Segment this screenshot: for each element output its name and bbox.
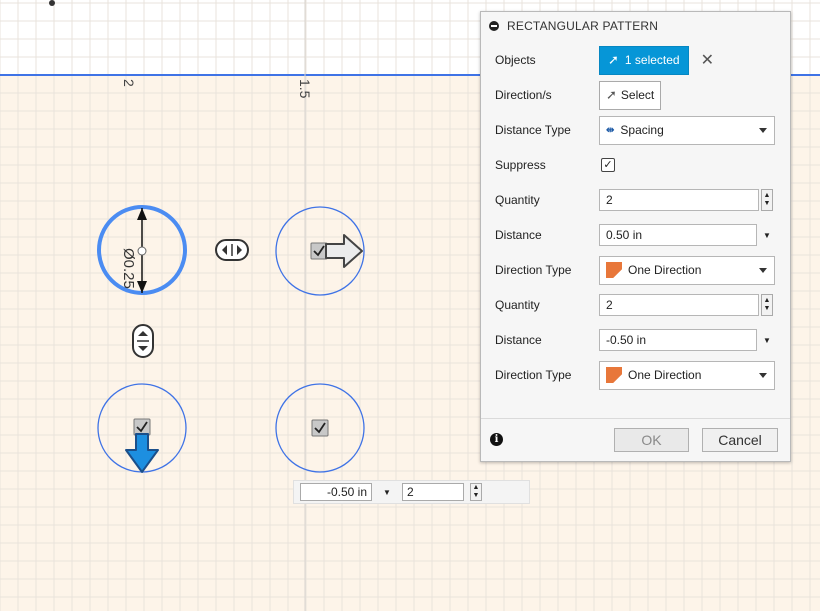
objects-row: Objects ➚ 1 selected ✕	[495, 45, 776, 75]
quantity-input-2[interactable]: 2	[599, 294, 759, 316]
instance-checkbox-right[interactable]	[310, 242, 328, 260]
info-icon[interactable]: i	[490, 433, 503, 446]
distance-type-row: Distance Type ⇹ Spacing	[495, 115, 776, 145]
instance-checkbox-diagonal[interactable]	[311, 419, 329, 437]
quantity-row-2: Quantity 2 ▲ ▼	[495, 290, 776, 320]
dialog-footer-divider	[481, 418, 790, 419]
instance-checkbox-bottom[interactable]	[133, 418, 151, 436]
directions-row: Direction/s ➚ Select	[495, 80, 776, 110]
quantity-stepper-1[interactable]: ▲ ▼	[761, 189, 773, 211]
manipulator-quantity-input[interactable]: 2	[402, 483, 464, 501]
ok-button[interactable]: OK	[614, 428, 689, 452]
chevron-down-icon[interactable]: ▼	[763, 336, 771, 345]
direction-type-row-2: Direction Type One Direction	[495, 360, 776, 390]
select-text: Select	[620, 88, 655, 102]
chevron-down-icon	[759, 372, 767, 378]
rectangular-pattern-dialog: RECTANGULAR PATTERN Objects ➚ 1 selected…	[480, 11, 791, 462]
clear-selection-close-icon[interactable]: ✕	[701, 50, 714, 70]
direction-type-dropdown-1[interactable]: One Direction	[599, 255, 775, 285]
direction-type-dropdown-2[interactable]: One Direction	[599, 360, 775, 390]
quantity-value-2: 2	[606, 298, 613, 312]
direction-type-row-1: Direction Type One Direction	[495, 255, 776, 285]
distance-manipulator: -0.50 in ▼ 2 ▲ ▼	[293, 480, 530, 504]
direction-type-label-1: Direction Type	[495, 263, 572, 277]
cancel-button[interactable]: Cancel	[702, 428, 778, 452]
directions-select-button[interactable]: ➚ Select	[599, 80, 662, 110]
manipulator-quantity-value: 2	[407, 485, 414, 499]
direction-type-label-2: Direction Type	[495, 368, 572, 382]
objects-label: Objects	[495, 53, 536, 67]
chevron-down-icon	[759, 267, 767, 273]
collapse-icon[interactable]	[489, 20, 499, 31]
horizontal-spacing-handle-icon[interactable]	[215, 239, 249, 261]
chevron-down-icon[interactable]: ▼	[763, 231, 771, 240]
cursor-arrow-icon: ➚	[606, 87, 617, 102]
chevron-down-icon	[759, 127, 767, 133]
quantity-value-1: 2	[606, 193, 613, 207]
distance-value-1: 0.50 in	[606, 228, 643, 242]
direction-type-value-2: One Direction	[628, 368, 702, 382]
spacing-icon: ⇹	[606, 124, 615, 136]
distance-label-2: Distance	[495, 333, 542, 347]
ok-label: OK	[641, 432, 662, 448]
distance-row-2: Distance -0.50 in ▼	[495, 325, 776, 355]
chevron-down-icon[interactable]: ▼	[378, 488, 396, 497]
quantity-label-1: Quantity	[495, 193, 540, 207]
manipulator-distance-value: -0.50 in	[326, 485, 367, 499]
quantity-input-1[interactable]: 2	[599, 189, 759, 211]
distance-input-2[interactable]: -0.50 in	[599, 329, 757, 351]
distance-type-dropdown[interactable]: ⇹ Spacing	[599, 115, 775, 145]
quantity-stepper-2[interactable]: ▲ ▼	[761, 294, 773, 316]
objects-selection-button[interactable]: ➚ 1 selected	[599, 45, 689, 75]
one-direction-icon	[606, 262, 622, 278]
objects-selected-text: 1 selected	[624, 53, 680, 67]
dimension-label-left: 2	[121, 79, 137, 87]
quantity-label-2: Quantity	[495, 298, 540, 312]
distance-row-1: Distance 0.50 in ▼	[495, 220, 776, 250]
one-direction-icon	[606, 367, 622, 383]
quantity-row-1: Quantity 2 ▲ ▼	[495, 185, 776, 215]
quantity-spinner[interactable]: ▲ ▼	[470, 483, 482, 501]
vertical-spacing-handle-icon[interactable]	[132, 324, 154, 358]
dialog-header[interactable]: RECTANGULAR PATTERN	[481, 12, 790, 39]
distance-label-1: Distance	[495, 228, 542, 242]
directions-label: Direction/s	[495, 88, 552, 102]
distance-value-2: -0.50 in	[606, 333, 647, 347]
direction-type-value-1: One Direction	[628, 263, 702, 277]
dialog-title: RECTANGULAR PATTERN	[507, 18, 659, 33]
suppress-checkbox[interactable]: ✓	[601, 158, 615, 172]
diameter-label: Ø0.25	[120, 248, 137, 289]
manipulator-distance-input[interactable]: -0.50 in	[300, 483, 372, 501]
suppress-label: Suppress	[495, 158, 546, 172]
distance-input-1[interactable]: 0.50 in	[599, 224, 757, 246]
dimension-label-top: 1.5	[297, 79, 313, 99]
cancel-label: Cancel	[718, 432, 762, 448]
cursor-arrow-icon: ➚	[608, 52, 619, 67]
distance-type-label: Distance Type	[495, 123, 571, 137]
distance-type-value: Spacing	[620, 123, 664, 137]
suppress-row: Suppress ✓	[495, 150, 776, 180]
